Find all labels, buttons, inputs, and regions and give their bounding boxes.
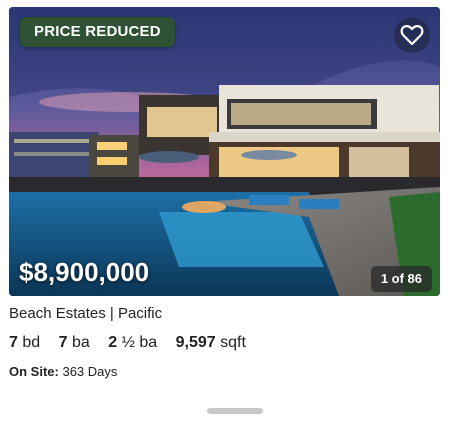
days-on-site: On Site: 363 Days — [9, 364, 117, 379]
on-site-value: 363 Days — [62, 364, 118, 379]
favorite-button[interactable] — [394, 17, 430, 53]
beds-value: 7 — [9, 334, 18, 351]
baths-stat: 7 ba — [59, 334, 90, 351]
baths-unit: ba — [71, 334, 90, 351]
half-baths-unit: ½ ba — [121, 334, 158, 351]
house-photo-illustration — [9, 7, 440, 296]
sqft-stat: 9,597 sqft — [176, 334, 246, 351]
half-baths-value: 2 — [108, 334, 118, 351]
half-baths-stat: 2 ½ ba — [108, 334, 157, 351]
baths-value: 7 — [58, 334, 68, 351]
listing-price: $8,900,000 — [19, 257, 150, 287]
heart-outline-icon — [400, 24, 424, 46]
listing-card[interactable]: PRICE REDUCED $8,900,000 1 of 86 Beach E… — [0, 0, 450, 425]
drawer-handle[interactable] — [207, 408, 263, 414]
photo-counter: 1 of 86 — [370, 266, 432, 292]
on-site-label: On Site: — [9, 364, 59, 379]
beds-stat: 7 bd — [9, 334, 40, 351]
listing-stats: 7 bd 7 ba 2 ½ ba 9,597 sqft — [9, 334, 260, 352]
beds-unit: bd — [22, 334, 41, 351]
sqft-unit: sqft — [220, 334, 246, 351]
sqft-value: 9,597 — [175, 334, 216, 351]
listing-title[interactable]: Beach Estates | Pacific — [9, 305, 162, 322]
listing-photo[interactable]: PRICE REDUCED $8,900,000 1 of 86 — [9, 7, 440, 296]
price-reduced-badge: PRICE REDUCED — [20, 17, 175, 47]
